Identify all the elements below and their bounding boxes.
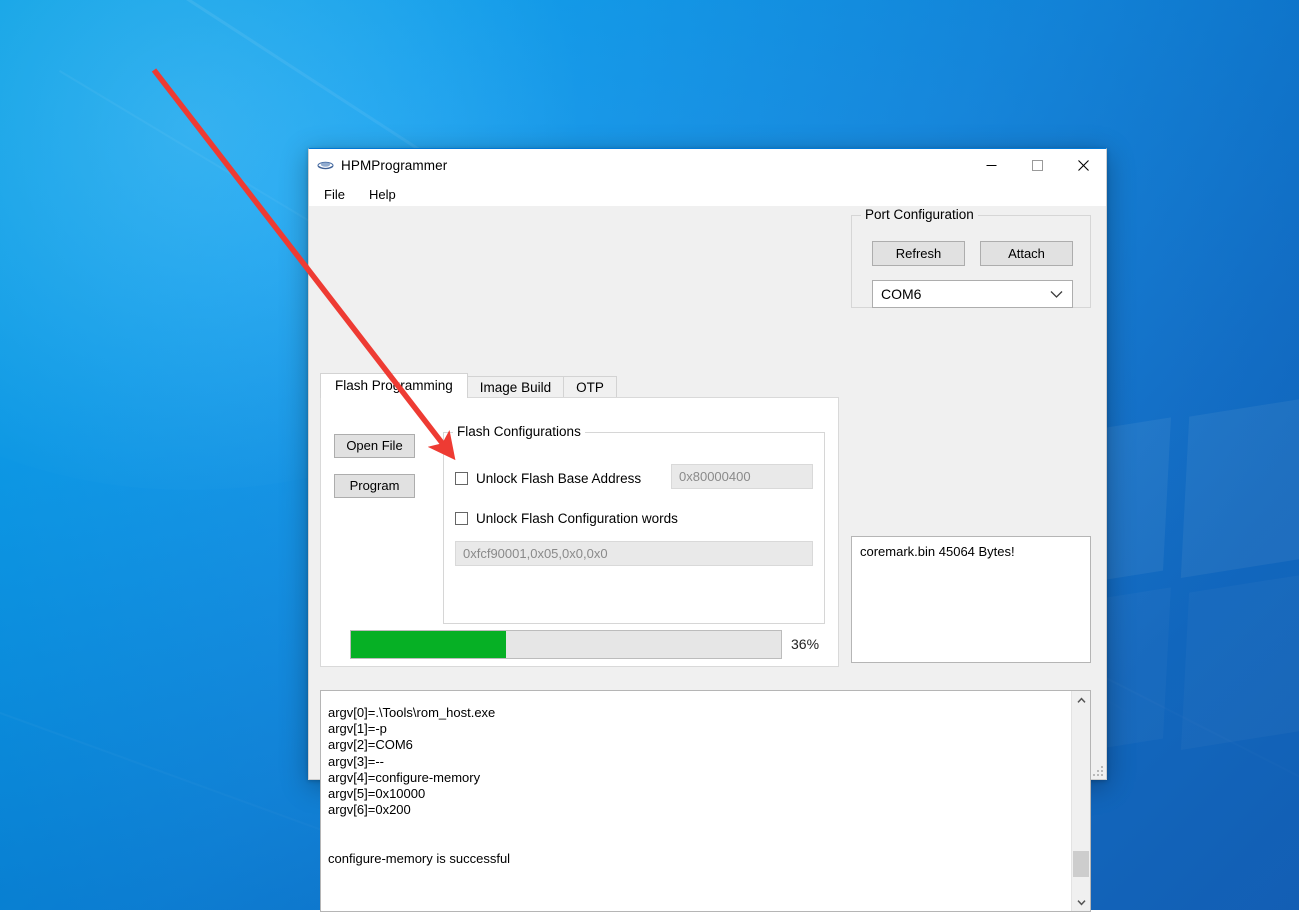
scroll-down-icon[interactable] [1072, 893, 1090, 911]
menu-item-file[interactable]: File [321, 185, 348, 204]
port-select-value: COM6 [881, 286, 922, 302]
refresh-button[interactable]: Refresh [872, 241, 965, 266]
file-info-text: coremark.bin 45064 Bytes! [860, 544, 1015, 559]
base-address-input[interactable]: 0x80000400 [671, 464, 813, 489]
unlock-base-address-row[interactable]: Unlock Flash Base Address [455, 471, 641, 486]
tab-flash-programming[interactable]: Flash Programming [320, 373, 468, 398]
flash-configurations-title: Flash Configurations [453, 424, 585, 439]
unlock-config-words-checkbox[interactable] [455, 512, 468, 525]
program-button[interactable]: Program [334, 474, 415, 498]
port-configuration-title: Port Configuration [861, 207, 978, 222]
window-title: HPMProgrammer [341, 158, 448, 173]
open-file-button[interactable]: Open File [334, 434, 415, 458]
chevron-down-icon [1050, 286, 1063, 302]
unlock-config-words-label: Unlock Flash Configuration words [476, 511, 678, 526]
flash-programming-panel: Open File Program Flash Configurations U… [320, 397, 839, 667]
application-window: HPMProgrammer File Help Port Configurati… [308, 148, 1107, 912]
client-area: Port Configuration Refresh Attach COM6 c… [309, 206, 1106, 912]
console-scrollbar[interactable] [1071, 691, 1090, 911]
progress-percent-label: 36% [791, 636, 820, 652]
resize-grip[interactable] [1091, 764, 1103, 776]
menu-bar: File Help [309, 182, 1106, 206]
wallpaper-logo-pane [1180, 390, 1299, 578]
progress-bar [350, 630, 782, 659]
caption-buttons [968, 149, 1106, 182]
scrollbar-thumb[interactable] [1073, 851, 1089, 877]
title-bar[interactable]: HPMProgrammer [309, 149, 1106, 182]
app-saucer-icon [316, 157, 334, 175]
wallpaper-logo-pane [1181, 566, 1299, 750]
config-words-value: 0xfcf90001,0x05,0x0,0x0 [463, 546, 608, 561]
maximize-button[interactable] [1014, 149, 1060, 182]
unlock-config-words-row[interactable]: Unlock Flash Configuration words [455, 511, 678, 526]
config-words-input[interactable]: 0xfcf90001,0x05,0x0,0x0 [455, 541, 813, 566]
file-info-panel: coremark.bin 45064 Bytes! [851, 536, 1091, 663]
scroll-up-icon[interactable] [1072, 691, 1090, 709]
tab-otp[interactable]: OTP [563, 376, 617, 398]
flash-configurations-group: Flash Configurations Unlock Flash Base A… [443, 424, 825, 624]
port-configuration-group: Port Configuration Refresh Attach COM6 [851, 207, 1091, 308]
tab-strip: Flash Programming Image Build OTP [320, 373, 617, 398]
unlock-base-address-checkbox[interactable] [455, 472, 468, 485]
unlock-base-address-label: Unlock Flash Base Address [476, 471, 642, 486]
attach-button[interactable]: Attach [980, 241, 1073, 266]
tab-image-build[interactable]: Image Build [466, 376, 565, 398]
port-select[interactable]: COM6 [872, 280, 1073, 308]
base-address-value: 0x80000400 [679, 469, 751, 484]
console-log-panel: argv[0]=.\Tools\rom_host.exe argv[1]=-p … [320, 690, 1091, 912]
console-log-text: argv[0]=.\Tools\rom_host.exe argv[1]=-p … [328, 705, 511, 866]
close-button[interactable] [1060, 149, 1106, 182]
progress-bar-fill [351, 631, 506, 658]
menu-item-help[interactable]: Help [366, 185, 399, 204]
minimize-button[interactable] [968, 149, 1014, 182]
